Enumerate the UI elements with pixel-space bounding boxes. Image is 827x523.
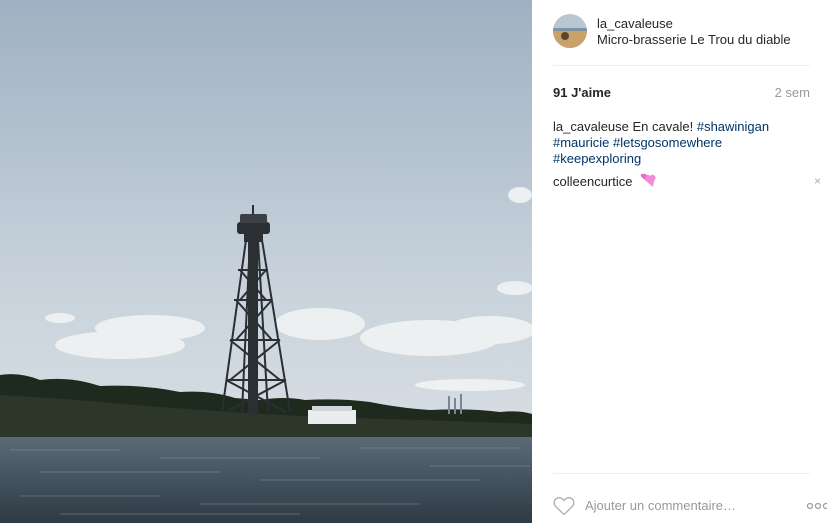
- post-location-link[interactable]: Micro-brasserie Le Trou du diable: [597, 32, 791, 47]
- post-timestamp[interactable]: 2 sem: [775, 85, 810, 100]
- hashtag-link[interactable]: #letsgosomewhere: [613, 135, 722, 150]
- add-comment-input[interactable]: [585, 496, 775, 514]
- comments-list: la_cavaleuse En cavale! #shawinigan #mau…: [553, 119, 821, 192]
- two-hearts-emoji-icon: [640, 173, 657, 192]
- hashtag-link[interactable]: #shawinigan: [697, 119, 769, 134]
- comment-username-link[interactable]: colleencurtice: [553, 174, 633, 189]
- post-header: la_cavaleuse Micro-brasserie Le Trou du …: [553, 14, 810, 66]
- post-footer: [553, 473, 827, 523]
- more-options-icon: [806, 502, 827, 510]
- caption-text: En cavale!: [632, 119, 694, 134]
- post-details-panel: la_cavaleuse Micro-brasserie Le Trou du …: [532, 0, 827, 523]
- hashtag-link[interactable]: #mauricie: [553, 135, 609, 150]
- heart-outline-icon: [553, 496, 575, 516]
- delete-comment-button[interactable]: ×: [814, 173, 821, 189]
- avatar[interactable]: [553, 14, 587, 48]
- likes-count[interactable]: 91 J'aime: [553, 85, 611, 100]
- more-options-button[interactable]: [806, 498, 827, 510]
- post-username-link[interactable]: la_cavaleuse: [597, 16, 673, 31]
- caption: la_cavaleuse En cavale! #shawinigan #mau…: [553, 119, 811, 167]
- comment-item: colleencurtice ×: [553, 173, 821, 192]
- tower-lake-photo: [0, 0, 532, 523]
- hashtag-link[interactable]: #keepexploring: [553, 151, 641, 166]
- post-photo[interactable]: [0, 0, 532, 523]
- caption-username-link[interactable]: la_cavaleuse: [553, 119, 629, 134]
- like-button[interactable]: [553, 496, 575, 516]
